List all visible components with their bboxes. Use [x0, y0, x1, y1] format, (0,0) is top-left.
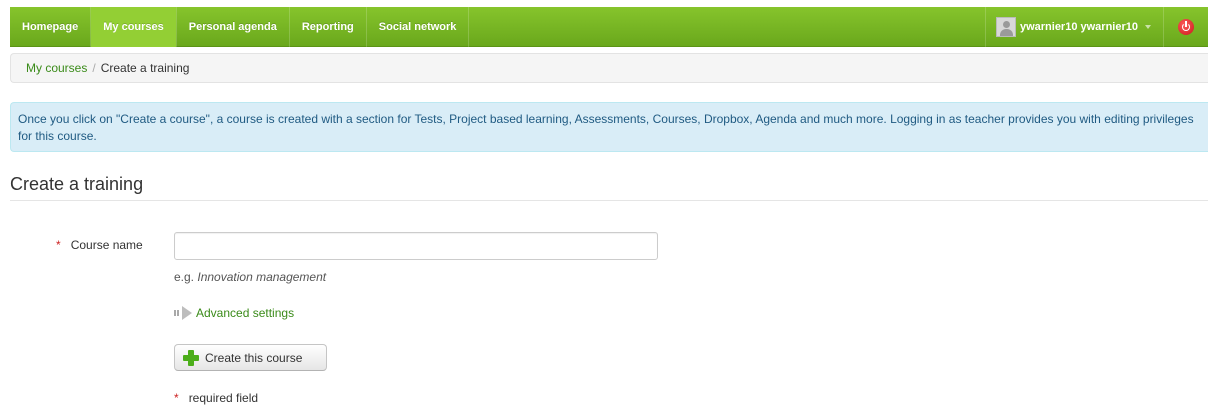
create-course-button[interactable]: Create this course: [174, 344, 327, 371]
breadcrumb: My courses / Create a training: [10, 53, 1208, 83]
page-title: Create a training: [10, 174, 144, 194]
create-course-button-label: Create this course: [205, 350, 303, 365]
help-example: Innovation management: [197, 270, 327, 284]
title-divider: [10, 200, 1208, 201]
caret-down-icon: [1145, 25, 1151, 29]
course-name-help: e.g. Innovation management: [174, 270, 326, 284]
nav-item-reporting[interactable]: Reporting: [290, 7, 366, 47]
advanced-settings-label: Advanced settings: [196, 306, 295, 320]
plus-icon: [183, 349, 199, 366]
required-field-text: required field: [188, 391, 259, 405]
nav-right-group: ywarnier10 ywarnier10: [984, 6, 1208, 47]
required-field-note: * required field: [174, 391, 258, 405]
user-avatar-icon: [995, 16, 1016, 37]
nav-item-social-network[interactable]: Social network: [367, 7, 469, 47]
breadcrumb-separator: /: [92, 61, 96, 75]
main-navbar: Homepage My courses Personal agenda Repo…: [10, 6, 1208, 47]
course-name-label-text: Course name: [70, 238, 143, 252]
logout-button[interactable]: [1164, 7, 1208, 47]
info-alert: Once you click on "Create a course", a c…: [10, 102, 1208, 152]
breadcrumb-link-my-courses[interactable]: My courses: [26, 61, 87, 75]
breadcrumb-current: Create a training: [100, 61, 190, 75]
course-name-label: * Course name: [56, 238, 143, 252]
power-icon: [1178, 18, 1194, 35]
help-prefix: e.g.: [174, 270, 195, 284]
arrow-right-icon: [174, 306, 194, 320]
user-menu[interactable]: ywarnier10 ywarnier10: [986, 7, 1163, 47]
required-star: *: [56, 238, 61, 252]
nav-item-homepage[interactable]: Homepage: [10, 7, 90, 47]
nav-divider: [468, 6, 470, 47]
course-name-input[interactable]: [174, 232, 658, 260]
nav-item-my-courses[interactable]: My courses: [91, 6, 176, 47]
user-name: ywarnier10 ywarnier10: [1019, 20, 1138, 33]
advanced-settings-link[interactable]: Advanced settings: [174, 306, 294, 320]
page: Homepage My courses Personal agenda Repo…: [0, 0, 1208, 406]
required-star: *: [174, 391, 179, 405]
nav-item-personal-agenda[interactable]: Personal agenda: [177, 7, 289, 47]
